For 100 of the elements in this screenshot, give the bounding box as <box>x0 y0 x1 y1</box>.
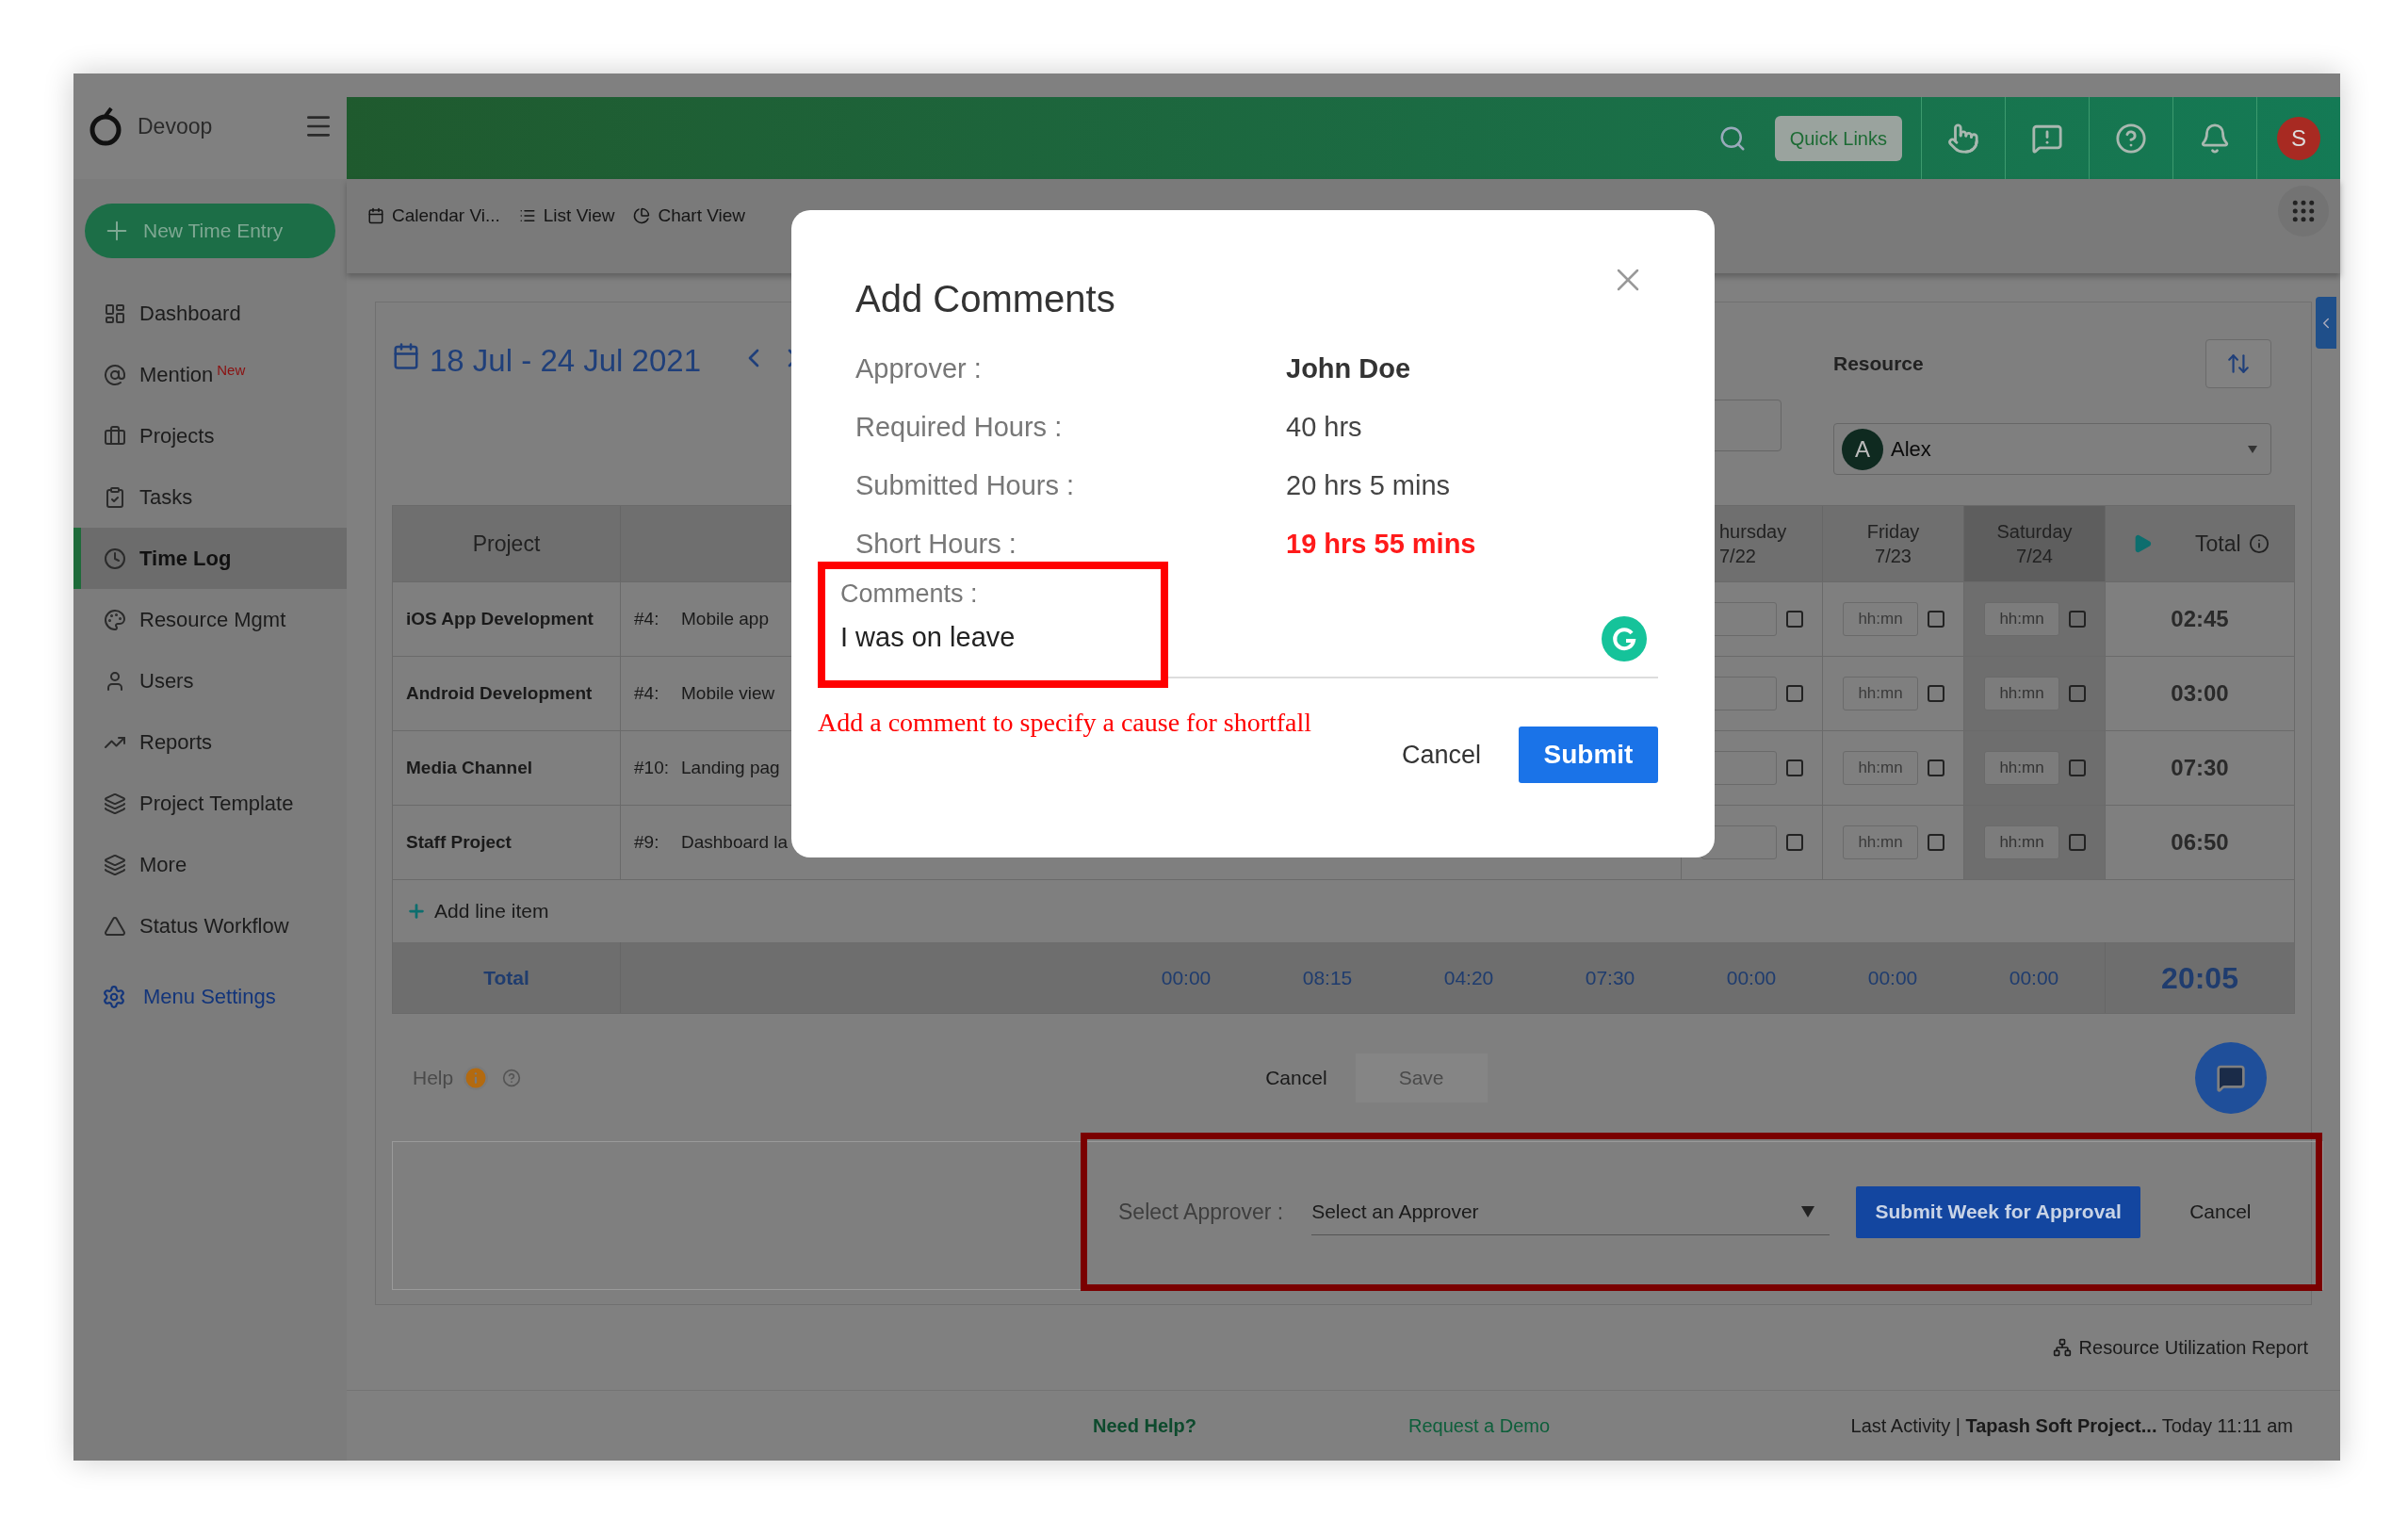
sidebar-item[interactable]: Project Template <box>73 773 347 834</box>
day-total: 08:15 <box>1302 965 1353 990</box>
sidebar-item[interactable]: Projects <box>73 405 347 466</box>
time-input[interactable]: hh:mn <box>1984 602 2059 636</box>
approver-select[interactable]: Select an Approver <box>1311 1188 1830 1235</box>
pointer-hand-icon[interactable] <box>1947 122 1979 155</box>
checkbox[interactable] <box>1786 611 1803 628</box>
time-input[interactable]: hh:mn <box>1843 751 1918 785</box>
field-label: Short Hours : <box>855 528 1017 562</box>
time-input[interactable]: hh:mn <box>1843 825 1918 859</box>
task-number: #4: <box>634 607 660 630</box>
task-cell-text: Landing pag <box>681 756 780 779</box>
comments-field[interactable]: Comments : I was on leave <box>818 562 1658 688</box>
checkbox[interactable] <box>1928 611 1944 628</box>
bell-icon[interactable] <box>2199 122 2231 155</box>
date-header: 7/23 <box>1875 545 1912 568</box>
sidebar-item[interactable]: Users <box>73 650 347 711</box>
sidebar-item[interactable]: More <box>73 834 347 895</box>
at-sign-icon <box>104 363 126 386</box>
sidebar-item[interactable]: Time Log <box>73 528 347 589</box>
user-avatar[interactable]: S <box>2277 116 2320 160</box>
sidebar-item[interactable]: Mention $^{New}$ <box>73 344 347 405</box>
field-value: 19 hrs 55 mins <box>1286 528 1476 562</box>
sidebar-item[interactable]: Resource Mgmt <box>73 589 347 650</box>
view-tab[interactable]: Calendar Vi... <box>367 202 500 230</box>
checkbox[interactable] <box>2069 685 2086 702</box>
resource-select[interactable]: A Alex <box>1833 423 2271 475</box>
row-total: 03:00 <box>2171 679 2229 708</box>
project-cell-text: Android Development <box>406 681 593 705</box>
day-total: 00:00 <box>1726 965 1777 990</box>
dialog-title: Add Comments <box>855 277 1115 321</box>
checkbox[interactable] <box>1786 834 1803 851</box>
comments-text: I was on leave <box>840 620 1017 654</box>
sidebar-item[interactable]: Reports <box>73 711 347 773</box>
field-value: 20 hrs 5 mins <box>1286 469 1451 503</box>
quick-links-button[interactable]: Quick Links <box>1774 115 1902 161</box>
resource-label: Resource <box>1833 351 1924 377</box>
layers-icon <box>104 853 126 876</box>
task-cell-text: Dashboard la <box>681 830 789 854</box>
submit-week-button[interactable]: Submit Week for Approval <box>1856 1185 2141 1238</box>
cancel-button[interactable]: Cancel <box>1265 1062 1327 1093</box>
column-header: Total <box>2195 530 2241 558</box>
info-icon <box>2248 533 2270 554</box>
day-header: hursday <box>1719 520 1787 544</box>
pie-chart-icon <box>633 207 651 224</box>
submit-button[interactable]: Submit <box>1519 727 1658 783</box>
time-input[interactable]: hh:mn <box>1843 602 1918 636</box>
checkbox[interactable] <box>2069 759 2086 776</box>
palette-icon <box>104 608 126 631</box>
dropdown-caret-icon <box>2248 445 2257 453</box>
resource-report-link[interactable]: Resource Utilization Report <box>2052 1333 2308 1362</box>
task-number: #10: <box>634 756 670 779</box>
settings-icon <box>102 984 126 1009</box>
checkbox[interactable] <box>1786 685 1803 702</box>
time-input[interactable]: hh:mn <box>1984 751 2059 785</box>
dashboard-icon <box>104 302 126 325</box>
new-time-entry-button[interactable]: New Time Entry <box>85 204 335 258</box>
row-total: 06:50 <box>2171 828 2229 857</box>
date-header: 7/22 <box>1719 545 1756 568</box>
add-line-item-link[interactable]: Add line item <box>434 896 549 926</box>
time-input[interactable]: hh:mn <box>1984 825 2059 859</box>
checkbox[interactable] <box>1786 759 1803 776</box>
need-help-link[interactable]: Need Help? <box>1093 1412 1197 1440</box>
cancel-button[interactable]: Cancel <box>2189 1197 2252 1227</box>
help-icon[interactable] <box>502 1068 522 1087</box>
week-range: 18 Jul - 24 Jul 2021 <box>430 342 702 380</box>
day-total: 00:00 <box>1867 965 1918 990</box>
project-cell-text: iOS App Development <box>406 607 594 630</box>
date-header: 7/24 <box>2016 545 2053 568</box>
cancel-button[interactable]: Cancel <box>1401 735 1481 775</box>
view-tab[interactable]: Chart View <box>633 202 746 230</box>
checkbox[interactable] <box>1928 834 1944 851</box>
grand-total: 20:05 <box>2161 959 2238 997</box>
clock-icon <box>104 547 126 570</box>
dropdown-caret-icon <box>1801 1205 1815 1217</box>
sidebar-item[interactable]: Dashboard <box>73 283 347 344</box>
calendar-icon <box>392 342 420 370</box>
approver-label: Select Approver : <box>1118 1198 1284 1226</box>
day-total: 04:20 <box>1443 965 1494 990</box>
checkbox[interactable] <box>1928 685 1944 702</box>
help-icon[interactable] <box>2115 122 2147 155</box>
time-input[interactable]: hh:mn <box>1984 677 2059 710</box>
day-total: 07:30 <box>1585 965 1635 990</box>
checkbox[interactable] <box>2069 834 2086 851</box>
checkbox[interactable] <box>2069 611 2086 628</box>
sidebar-item[interactable]: Tasks <box>73 466 347 528</box>
checkbox[interactable] <box>1928 759 1944 776</box>
day-total: 00:00 <box>1161 965 1212 990</box>
sort-button[interactable] <box>2205 339 2271 388</box>
sidebar-item[interactable]: Status Workflow <box>73 895 347 956</box>
total-label: Total <box>483 965 529 990</box>
network-icon <box>2052 1338 2072 1357</box>
menu-settings-link[interactable]: Menu Settings <box>102 981 347 1012</box>
list-icon <box>518 207 536 224</box>
view-tab[interactable]: List View <box>518 202 615 230</box>
task-number: #9: <box>634 830 660 854</box>
field-value: John Doe <box>1286 352 1411 386</box>
column-header: Project <box>472 530 541 558</box>
time-input[interactable]: hh:mn <box>1843 677 1918 710</box>
project-cell-text: Media Channel <box>406 756 533 779</box>
